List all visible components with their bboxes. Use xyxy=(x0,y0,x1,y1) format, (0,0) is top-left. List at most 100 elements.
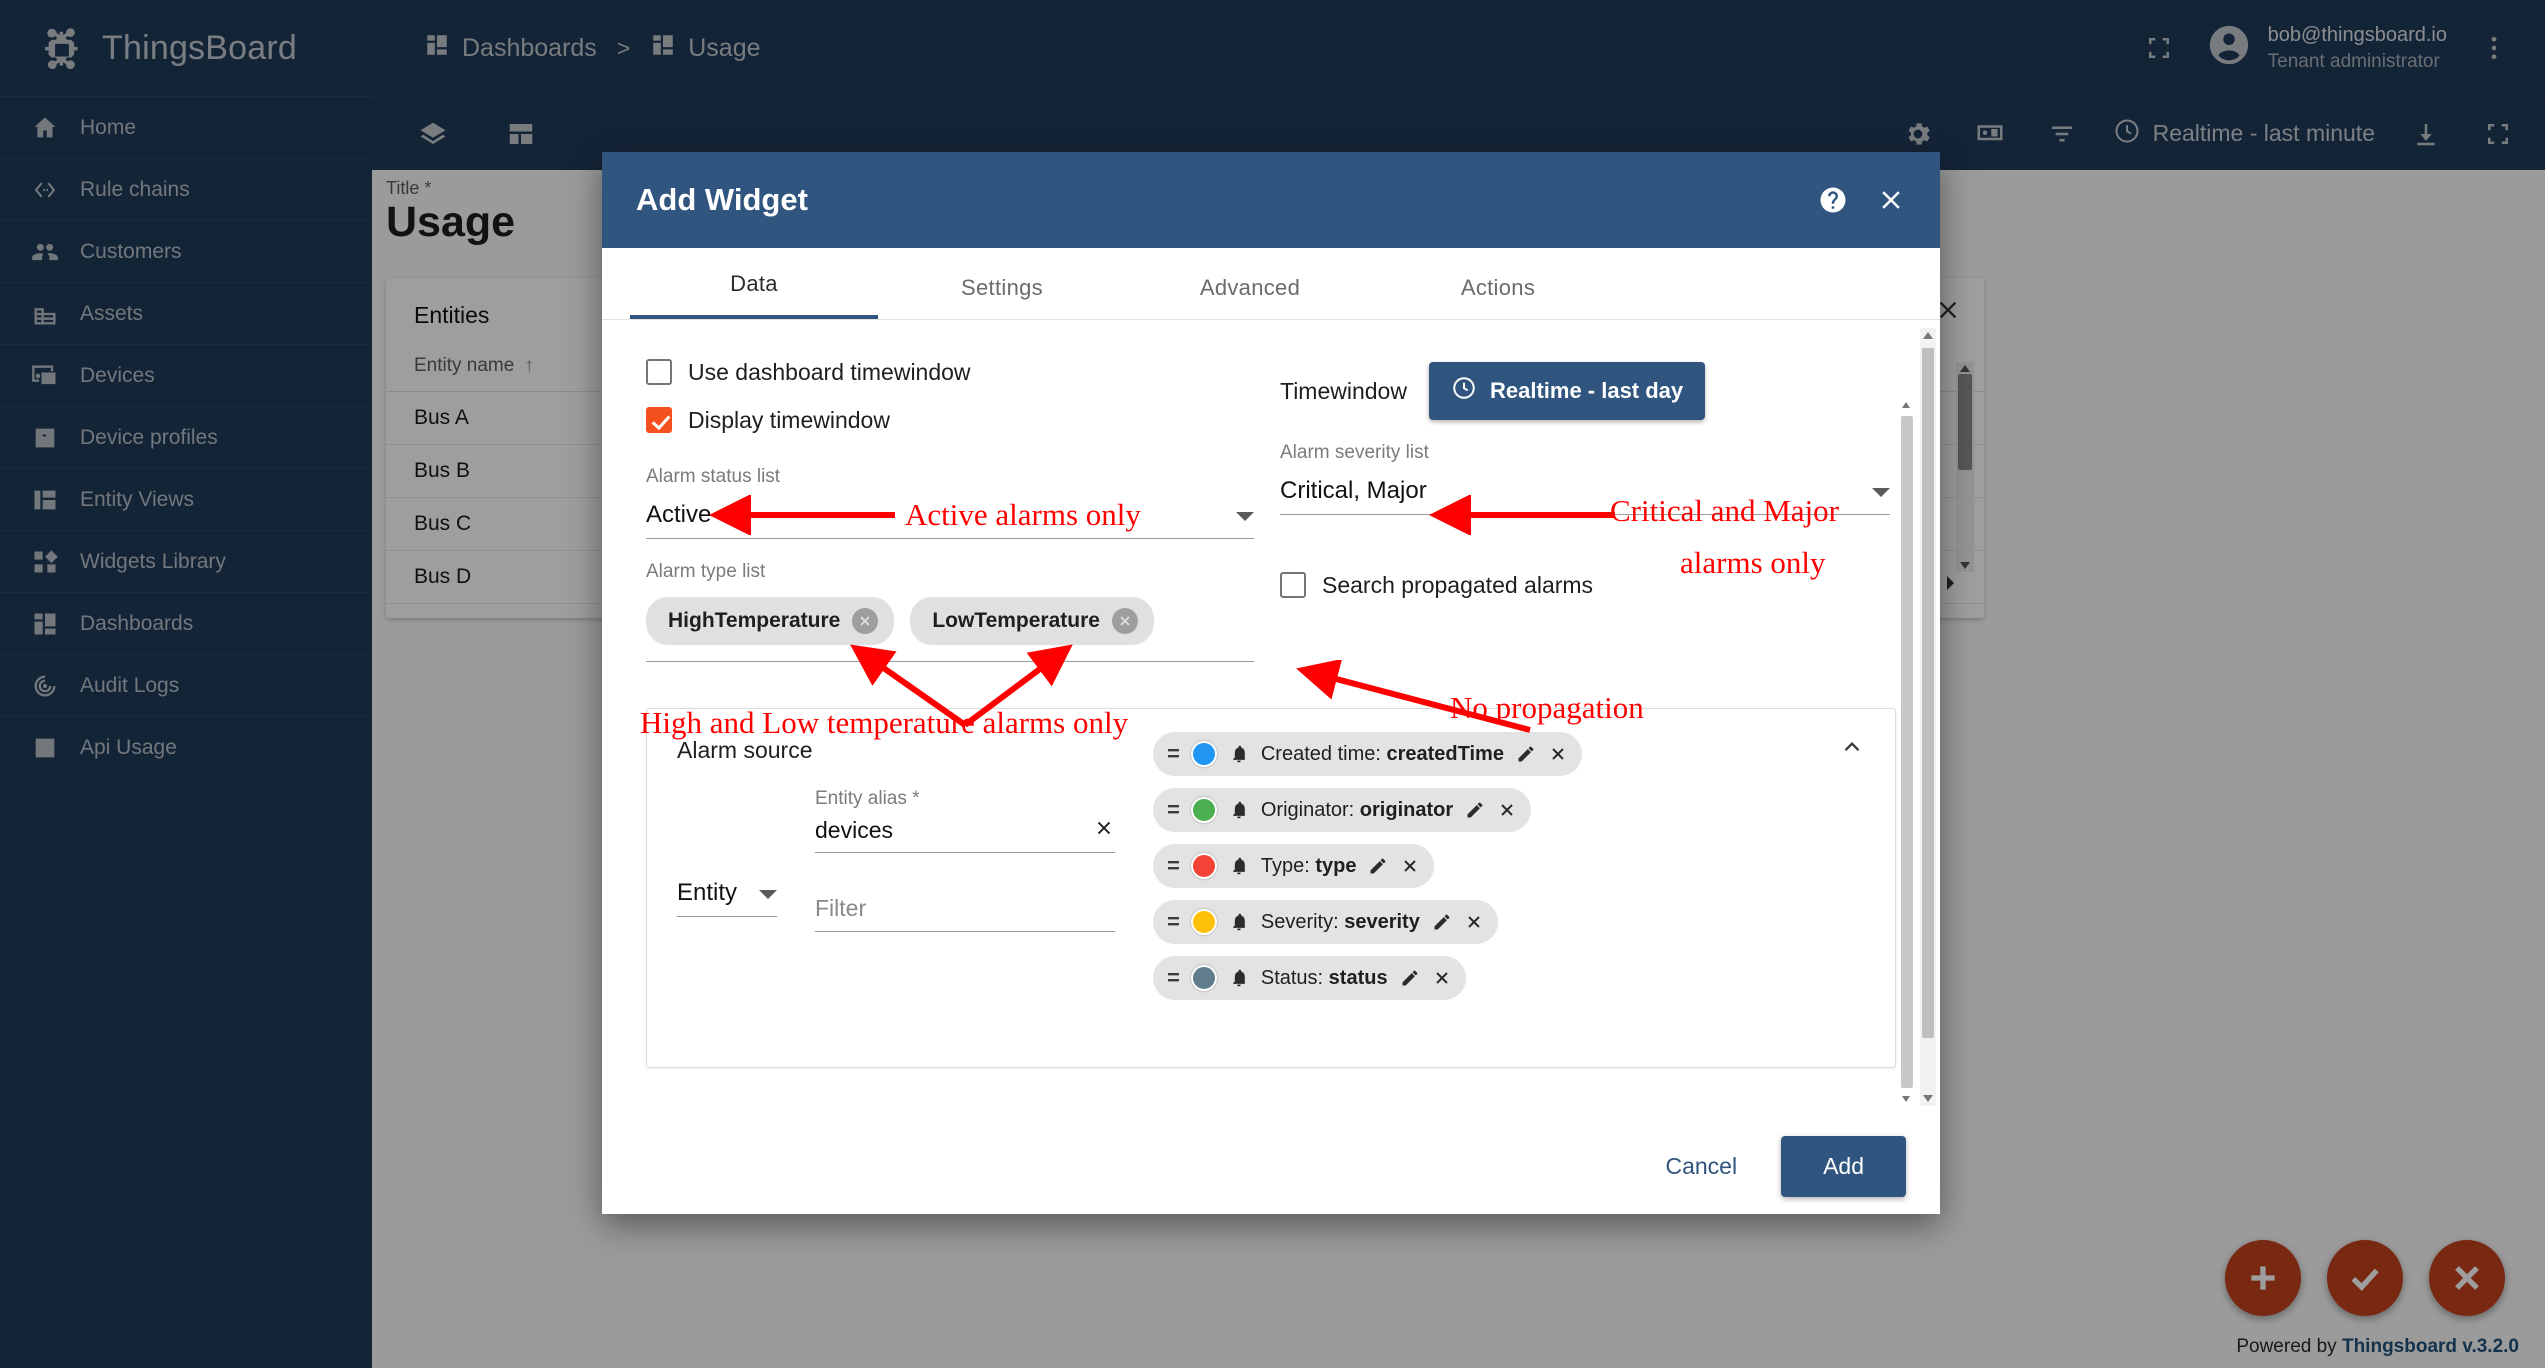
close-icon[interactable] xyxy=(1093,817,1115,844)
dialog-tabs: DataSettingsAdvancedActions xyxy=(602,248,1940,320)
alarm-type-chip-label: HighTemperature xyxy=(668,609,840,633)
alarm-source-title: Alarm source xyxy=(677,737,812,764)
drag-handle-icon[interactable]: = xyxy=(1167,853,1179,879)
data-key-chip[interactable]: =Created time: createdTime xyxy=(1153,732,1582,776)
pencil-icon[interactable] xyxy=(1368,856,1388,876)
add-button[interactable]: Add xyxy=(1781,1136,1906,1197)
data-key-chip[interactable]: = Type: type xyxy=(1153,844,1434,888)
alarm-severity-list-value: Critical, Major xyxy=(1280,477,1427,505)
key-color-swatch[interactable] xyxy=(1191,797,1217,823)
tab-actions[interactable]: Actions xyxy=(1374,275,1622,319)
key-value-text: createdTime xyxy=(1386,743,1503,765)
clock-icon xyxy=(1451,375,1477,407)
scroll-down-icon[interactable] xyxy=(1923,1095,1933,1102)
remove-chip-icon[interactable] xyxy=(852,608,878,634)
data-key-label: Status: status xyxy=(1261,967,1388,990)
pencil-icon[interactable] xyxy=(1465,800,1485,820)
pencil-icon[interactable] xyxy=(1516,744,1536,764)
close-icon[interactable] xyxy=(1464,912,1484,932)
annotation-alarms-only: alarms only xyxy=(1680,545,1826,581)
alarm-status-list-value: Active xyxy=(646,501,711,529)
use-dashboard-timewindow-checkbox[interactable] xyxy=(646,359,672,385)
key-label-text: Type: xyxy=(1261,855,1315,877)
dialog-header: Add Widget xyxy=(602,152,1940,248)
entity-alias-field[interactable]: devices xyxy=(815,817,1115,853)
add-widget-dialog: Add Widget DataSettingsAdvancedActions xyxy=(602,152,1940,1214)
data-key-label: Originator: originator xyxy=(1261,799,1453,822)
data-keys-list: =Created time: createdTime=Originator: o… xyxy=(1153,732,1865,1000)
scroll-up-icon[interactable] xyxy=(1902,402,1910,408)
drag-handle-icon[interactable]: = xyxy=(1167,797,1179,823)
alarm-status-list-label: Alarm status list xyxy=(646,466,1254,488)
data-key-label: Severity: severity xyxy=(1261,911,1420,934)
bell-icon xyxy=(1229,800,1249,820)
bell-icon xyxy=(1229,856,1249,876)
close-icon[interactable] xyxy=(1497,800,1517,820)
alarm-severity-list-label: Alarm severity list xyxy=(1280,442,1890,464)
search-propagated-alarms-checkbox[interactable] xyxy=(1280,572,1306,598)
scroll-down-icon[interactable] xyxy=(1902,1096,1910,1102)
data-key-chip[interactable]: = Originator: originator xyxy=(1153,788,1531,832)
key-value-text: type xyxy=(1315,855,1356,877)
alarm-source-panel: Alarm source Entity E xyxy=(646,708,1896,1068)
dialog-footer: Cancel Add xyxy=(602,1118,1940,1214)
close-icon[interactable] xyxy=(1432,968,1452,988)
key-label-text: Severity: xyxy=(1261,911,1344,933)
tab-settings[interactable]: Settings xyxy=(878,275,1126,319)
alarm-type-chip[interactable]: HighTemperature xyxy=(646,597,894,645)
bell-icon xyxy=(1229,744,1249,764)
display-timewindow-label: Display timewindow xyxy=(688,407,890,434)
alarm-type-list-label: Alarm type list xyxy=(646,561,1254,583)
pencil-icon[interactable] xyxy=(1400,968,1420,988)
drag-handle-icon[interactable]: = xyxy=(1167,965,1179,991)
display-timewindow-row[interactable]: Display timewindow xyxy=(646,396,1254,444)
datasource-type-value: Entity xyxy=(677,879,737,907)
pencil-icon[interactable] xyxy=(1432,912,1452,932)
dialog-body: DataSettingsAdvancedActions Use dashboar… xyxy=(602,248,1940,1118)
alarm-type-chip-label: LowTemperature xyxy=(932,609,1100,633)
cancel-button[interactable]: Cancel xyxy=(1639,1137,1763,1196)
bell-icon xyxy=(1229,968,1249,988)
alarm-type-list-field[interactable]: Alarm type list HighTemperature LowTemper… xyxy=(646,561,1254,662)
scroll-up-icon[interactable] xyxy=(1923,332,1933,339)
scrollbar-thumb[interactable] xyxy=(1901,416,1913,1088)
dialog-scrollbar[interactable] xyxy=(1920,328,1936,1106)
filter-input[interactable]: Filter xyxy=(815,895,1115,932)
key-label-text: Originator: xyxy=(1261,799,1360,821)
key-color-swatch[interactable] xyxy=(1191,741,1217,767)
datasource-type-field[interactable]: Entity xyxy=(677,788,787,1000)
bell-icon xyxy=(1229,912,1249,932)
key-color-swatch[interactable] xyxy=(1191,853,1217,879)
remove-chip-icon[interactable] xyxy=(1112,608,1138,634)
tab-data[interactable]: Data xyxy=(630,271,878,319)
scrollbar-thumb[interactable] xyxy=(1922,348,1934,1038)
key-value-text: status xyxy=(1329,967,1388,989)
key-color-swatch[interactable] xyxy=(1191,965,1217,991)
widget-timewindow-button[interactable]: Realtime - last day xyxy=(1429,362,1705,420)
annotation-critical-major: Critical and Major xyxy=(1610,493,1839,529)
chevron-down-icon[interactable] xyxy=(1236,512,1254,521)
display-timewindow-checkbox[interactable] xyxy=(646,407,672,433)
drag-handle-icon[interactable]: = xyxy=(1167,909,1179,935)
content-inner-scrollbar[interactable] xyxy=(1900,400,1914,1104)
close-icon[interactable] xyxy=(1876,185,1906,215)
chevron-down-icon[interactable] xyxy=(1872,488,1890,497)
key-color-swatch[interactable] xyxy=(1191,909,1217,935)
use-dashboard-timewindow-row[interactable]: Use dashboard timewindow xyxy=(646,348,1254,396)
widget-timewindow-row: Timewindow Realtime - last day xyxy=(1280,348,1890,420)
close-icon[interactable] xyxy=(1400,856,1420,876)
alarm-type-chip-list: HighTemperature LowTemperature xyxy=(646,597,1254,645)
entity-alias-value: devices xyxy=(815,817,893,844)
data-key-chip[interactable]: = Severity: severity xyxy=(1153,900,1498,944)
widget-timewindow-label: Realtime - last day xyxy=(1490,378,1683,404)
data-key-chip[interactable]: = Status: status xyxy=(1153,956,1466,1000)
chevron-down-icon[interactable] xyxy=(759,890,777,899)
tab-advanced[interactable]: Advanced xyxy=(1126,275,1374,319)
key-value-text: severity xyxy=(1344,911,1420,933)
annotation-no-propagation: No propagation xyxy=(1450,690,1644,726)
drag-handle-icon[interactable]: = xyxy=(1167,741,1179,767)
alarm-type-chip[interactable]: LowTemperature xyxy=(910,597,1154,645)
close-icon[interactable] xyxy=(1548,744,1568,764)
help-icon[interactable] xyxy=(1818,185,1848,215)
annotation-high-low-temp: High and Low temperature alarms only xyxy=(640,705,1128,741)
